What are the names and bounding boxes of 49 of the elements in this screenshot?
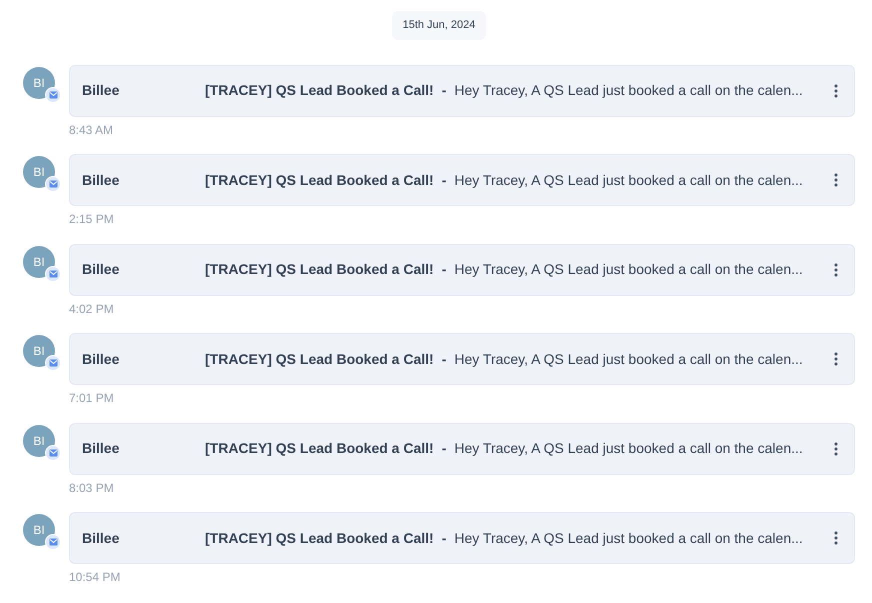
sender-name: Billee [82,170,120,190]
message-subject: [TRACEY] QS Lead Booked a Call! [205,81,434,100]
separator: - [442,81,446,100]
message-time: 8:03 PM [69,480,114,495]
sender-name: Billee [82,81,120,100]
mail-icon [45,266,61,282]
avatar: BI [23,424,55,457]
message-preview: Hey Tracey, A QS Lead just booked a call on the calen... [454,260,804,280]
message-preview: Hey Tracey, A QS Lead just booked a call on the calen... [454,528,804,548]
message-card[interactable]: Billee [TRACEY] QS Lead Booked a Call! - Hey Tracey, A QS Lead just booked a call on the calen... [69,422,855,475]
message-card[interactable]: Billee [TRACEY] QS Lead Booked a Call! - Hey Tracey, A QS Lead just booked a call on the calen... [69,512,855,564]
message-card[interactable]: Billee [TRACEY] QS Lead Booked a Call! - Hey Tracey, A QS Lead just booked a call on the calen... [69,154,855,206]
message-subject: [TRACEY] QS Lead Booked a Call! [205,439,434,458]
avatar: BI [23,156,55,188]
separator: - [442,170,446,190]
message-subject: [TRACEY] QS Lead Booked a Call! [205,260,434,280]
mail-icon [45,86,61,102]
message-subject: [TRACEY] QS Lead Booked a Call! [205,350,434,369]
avatar: BI [23,66,55,98]
separator: - [442,439,446,458]
avatar: BI [23,514,55,546]
sender-name: Billee [82,350,120,369]
message-time: 8:43 AM [69,122,114,136]
message-time: 2:15 PM [69,212,114,226]
separator: - [442,260,446,280]
mail-icon [45,444,61,461]
mail-icon [45,355,61,372]
sender-name: Billee [82,439,120,458]
message-time: 4:02 PM [69,302,114,316]
separator: - [442,350,446,369]
message-card[interactable]: Billee [TRACEY] QS Lead Booked a Call! - Hey Tracey, A QS Lead just booked a call on the calen... [69,64,855,116]
mail-icon [45,534,61,550]
message-preview: Hey Tracey, A QS Lead just booked a call on the calen... [454,170,804,190]
sender-name: Billee [82,528,120,548]
date-separator: 15th Jun, 2024 [392,11,486,40]
avatar: BI [23,335,55,368]
message-subject: [TRACEY] QS Lead Booked a Call! [205,528,434,548]
message-card[interactable]: Billee [TRACEY] QS Lead Booked a Call! - Hey Tracey, A QS Lead just booked a call on the calen... [69,333,855,386]
message-subject: [TRACEY] QS Lead Booked a Call! [205,170,434,190]
message-preview: Hey Tracey, A QS Lead just booked a call on the calen... [454,439,804,458]
message-time: 10:54 PM [69,570,120,584]
message-preview: Hey Tracey, A QS Lead just booked a call on the calen... [454,350,804,369]
message-time: 7:01 PM [69,391,114,406]
separator: - [442,528,446,548]
message-preview: Hey Tracey, A QS Lead just booked a call on the calen... [454,81,804,100]
message-card[interactable]: Billee [TRACEY] QS Lead Booked a Call! - Hey Tracey, A QS Lead just booked a call on the calen... [69,244,855,296]
avatar: BI [23,246,55,278]
mail-icon [45,176,61,192]
sender-name: Billee [82,260,120,280]
